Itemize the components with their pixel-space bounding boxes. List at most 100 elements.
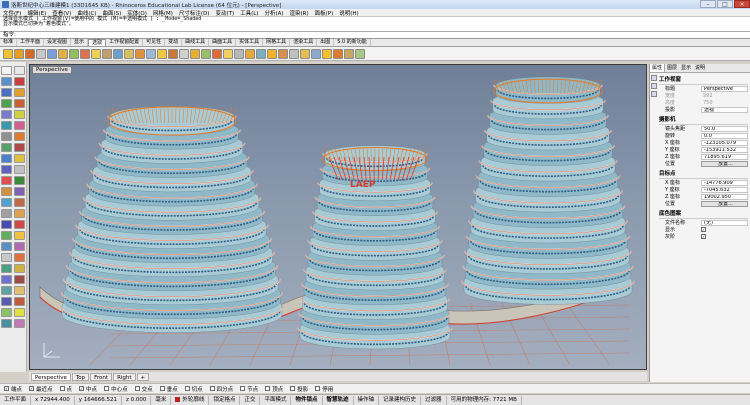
osnap-item[interactable]: 停用	[315, 385, 333, 393]
ellipse-icon[interactable]	[1, 99, 12, 108]
add-viewport-tab[interactable]: +	[136, 372, 150, 381]
tab-display[interactable]: 显示	[679, 64, 693, 72]
toolbar-tab[interactable]: 设定视图	[44, 39, 72, 46]
rotation-field[interactable]: 0.0	[701, 132, 748, 139]
scale-icon[interactable]	[1, 209, 12, 218]
artistic-icon[interactable]	[278, 48, 288, 59]
zoom-icon[interactable]	[135, 48, 145, 59]
tab-layers[interactable]: 图层	[665, 64, 679, 72]
sweep-icon[interactable]	[1, 154, 12, 163]
zoom-selected-icon[interactable]	[168, 48, 178, 59]
group-icon[interactable]	[14, 242, 25, 251]
wireframe-icon[interactable]	[212, 48, 222, 59]
revolve-icon[interactable]	[14, 143, 25, 152]
options-icon[interactable]	[14, 319, 25, 328]
grid-icon[interactable]	[14, 297, 25, 306]
osnap-checkbox[interactable]	[134, 386, 140, 391]
undo-view-icon[interactable]	[179, 48, 189, 59]
status-toggle[interactable]: 记录建构历史	[379, 395, 422, 405]
cylinder-icon[interactable]	[14, 165, 25, 174]
status-toggle[interactable]: 操作轴	[354, 395, 380, 405]
cut-icon[interactable]	[58, 48, 68, 59]
osnap-item[interactable]: 顶点	[265, 385, 283, 393]
tab-properties[interactable]: 属性	[650, 64, 666, 72]
camera-icon[interactable]	[1, 286, 12, 295]
maximize-button[interactable]: □	[717, 0, 733, 8]
osnap-checkbox[interactable]	[265, 386, 271, 391]
save-icon[interactable]	[25, 48, 35, 59]
hatch-icon[interactable]	[14, 264, 25, 273]
toolbar-tab[interactable]: 标准	[0, 39, 18, 46]
camera-x-field[interactable]: -123105.079	[701, 139, 748, 146]
osnap-item[interactable]: 四分点	[209, 385, 233, 393]
render-icon[interactable]	[344, 48, 354, 59]
osnap-item[interactable]: 交点	[134, 385, 153, 393]
menu-item[interactable]: 面板(P)	[312, 9, 337, 17]
toolbar-tab[interactable]: 网格工具	[263, 39, 291, 46]
shaded-icon[interactable]	[223, 48, 233, 59]
status-cplane[interactable]: 工作平面	[0, 395, 32, 405]
toolbar-tab[interactable]: 曲面工具	[209, 39, 237, 46]
target-x-field[interactable]: -14776.909	[701, 179, 748, 186]
xray-icon[interactable]	[256, 48, 266, 59]
menu-item[interactable]: 说明(H)	[336, 9, 361, 17]
undo-icon[interactable]	[91, 48, 101, 59]
arc-icon[interactable]	[14, 88, 25, 97]
status-toggle[interactable]: 过滤器	[421, 395, 447, 405]
command-input[interactable]: 指令:	[0, 32, 750, 39]
osnap-checkbox[interactable]: ✓	[79, 386, 85, 391]
open-icon[interactable]	[14, 48, 24, 59]
toolbar-tab[interactable]: 可见性	[143, 39, 166, 46]
circle-icon[interactable]	[1, 88, 12, 97]
osnap-checkbox[interactable]	[315, 386, 321, 391]
status-toggle[interactable]: 可用的物理内存: 7721 MB	[447, 395, 522, 405]
light-icon[interactable]	[322, 48, 332, 59]
tab-help[interactable]: 说明	[693, 64, 707, 72]
toolbar-tab[interactable]: 工作视窗配置	[106, 39, 144, 46]
boolean-icon[interactable]	[14, 176, 25, 185]
rectangle-icon[interactable]	[14, 99, 25, 108]
polygon-icon[interactable]	[1, 110, 12, 119]
gumball-icon[interactable]	[1, 319, 12, 328]
dimension-icon[interactable]	[14, 253, 25, 262]
toolbar-tab[interactable]: 出图	[317, 39, 335, 46]
viewport-title[interactable]: Perspective	[32, 66, 72, 74]
rendered-icon[interactable]	[234, 48, 244, 59]
pen-icon[interactable]	[289, 48, 299, 59]
osnap-checkbox[interactable]	[240, 386, 246, 391]
toolbar-tab[interactable]: 渲染工具	[290, 39, 318, 46]
join-icon[interactable]	[14, 231, 25, 240]
osnap-checkbox[interactable]	[104, 386, 110, 391]
rotate-icon[interactable]	[14, 198, 25, 207]
menu-item[interactable]: 分析(A)	[261, 9, 286, 17]
viewport-tab[interactable]: Front	[90, 372, 113, 381]
status-toggle[interactable]: 正交	[240, 395, 261, 405]
lens-length-field[interactable]: 50.0	[701, 125, 748, 132]
viewport-tab[interactable]: Top	[71, 372, 90, 381]
target-place-button[interactable]: 放置...	[701, 200, 748, 207]
status-toggle[interactable]: 物件锁点	[291, 395, 323, 405]
surface-icon[interactable]	[1, 132, 12, 141]
copy-icon[interactable]	[69, 48, 79, 59]
paste-icon[interactable]	[80, 48, 90, 59]
polyline-icon[interactable]	[1, 77, 12, 86]
move-icon[interactable]	[14, 187, 25, 196]
explode-icon[interactable]	[1, 242, 12, 251]
select-icon[interactable]	[1, 66, 12, 75]
camera-y-field[interactable]: -153911.532	[701, 146, 748, 153]
layer-icon[interactable]	[300, 48, 310, 59]
viewport-tab[interactable]: Right	[113, 372, 136, 381]
close-button[interactable]: ×	[734, 0, 750, 8]
camera-place-button[interactable]: 放置...	[701, 160, 748, 167]
osnap-checkbox[interactable]	[59, 386, 65, 391]
analyze-icon[interactable]	[1, 275, 12, 284]
osnap-item[interactable]: 节点	[240, 385, 258, 393]
copy-icon[interactable]	[1, 198, 12, 207]
named-view-icon[interactable]	[190, 48, 200, 59]
perspective-viewport[interactable]: Perspective LAEP	[29, 64, 647, 370]
osnap-checkbox[interactable]: ✓	[29, 386, 35, 391]
material-icon[interactable]	[651, 83, 657, 89]
options-icon[interactable]	[355, 48, 365, 59]
new-file-icon[interactable]	[3, 48, 13, 59]
toolbar-tab[interactable]: 工作平面	[17, 39, 45, 46]
